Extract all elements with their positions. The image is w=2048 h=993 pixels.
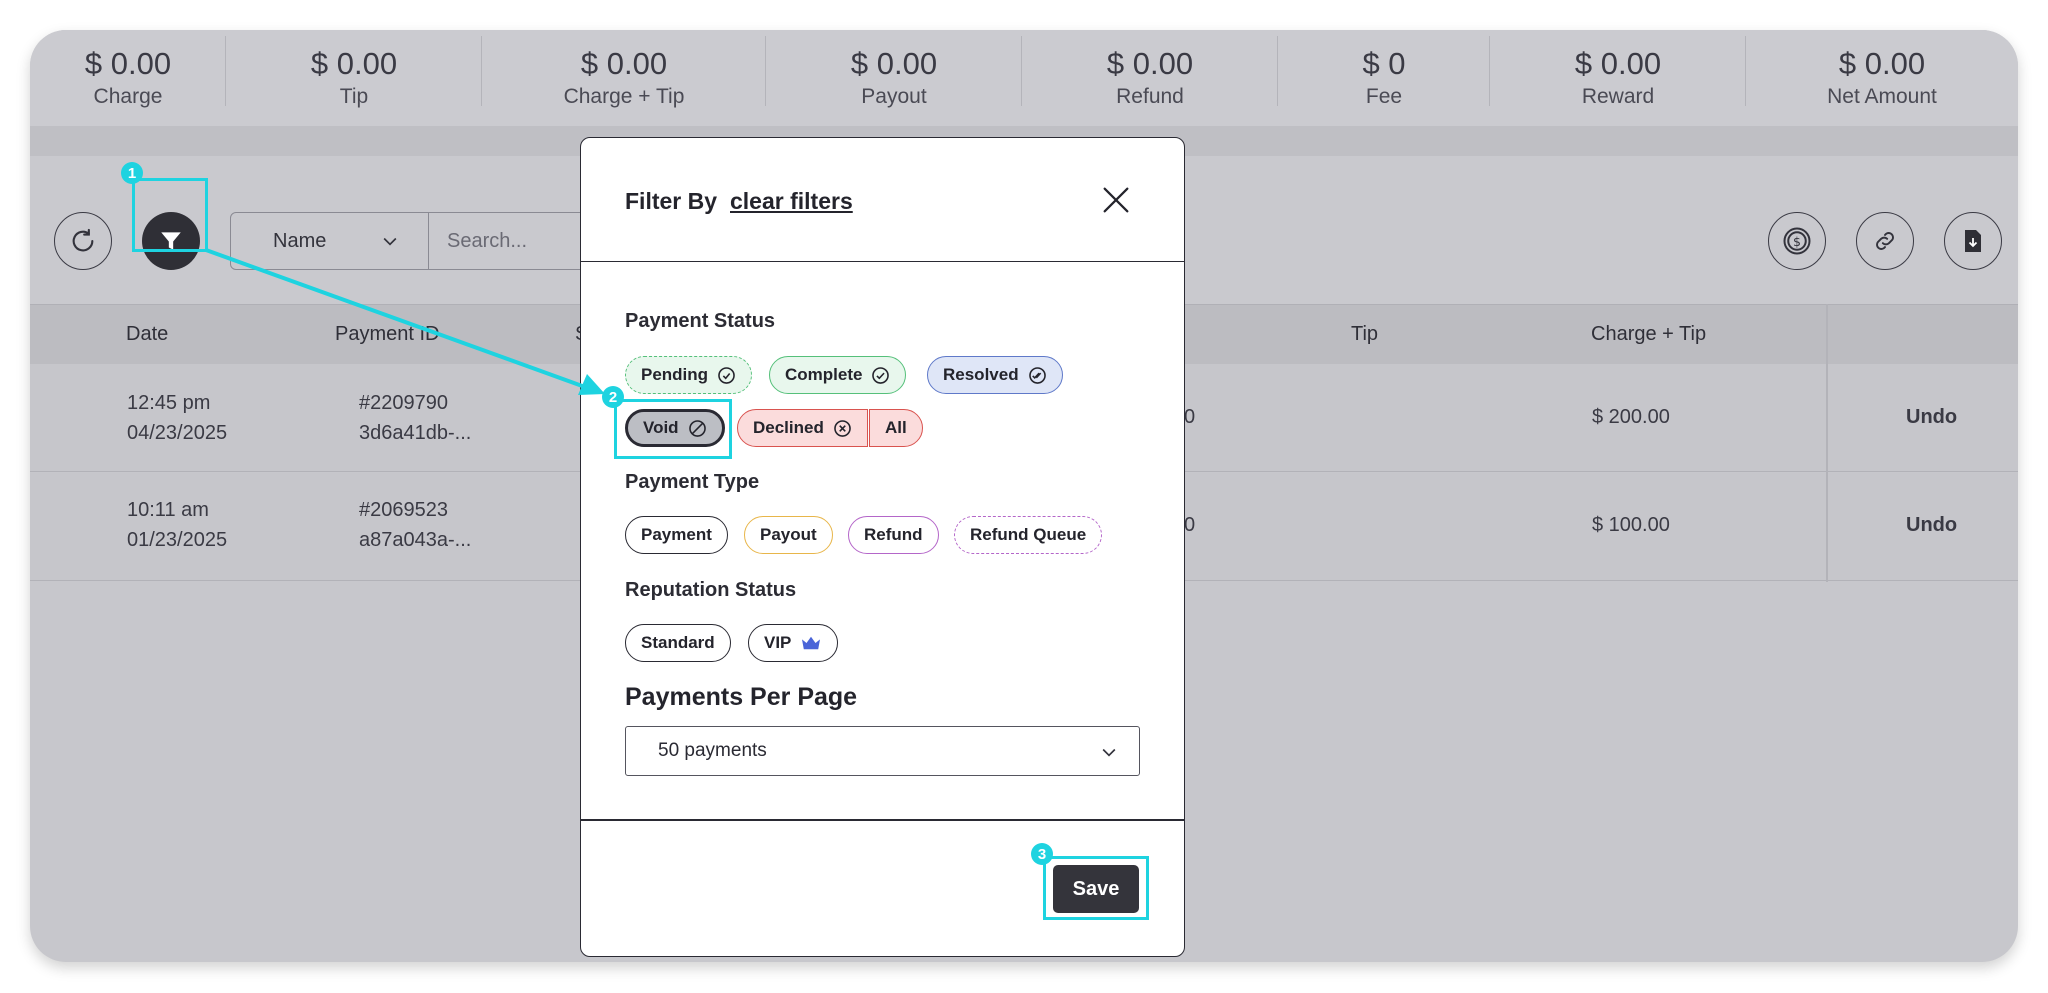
annotation-arrow xyxy=(205,248,605,395)
